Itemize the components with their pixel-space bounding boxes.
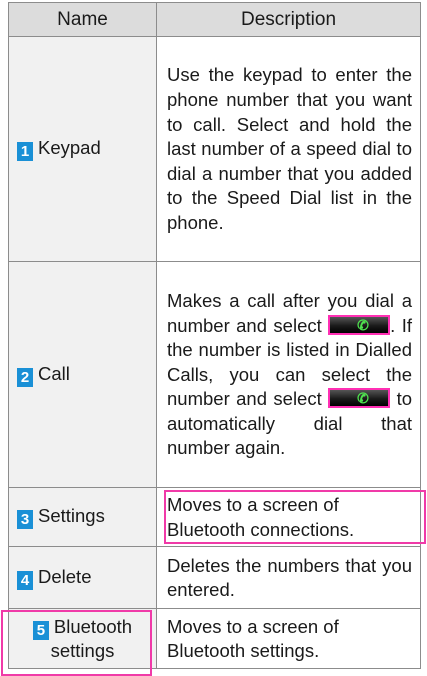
row-name: Keypad [38,137,101,158]
table-row-settings: 3 Settings Moves to a screen of Bluetooth… [8,486,421,548]
number-badge: 4 [17,570,33,590]
row-name-cell: 5 Bluetooth settings [8,608,157,670]
row-description: Moves to a screen of Bluetooth connectio… [156,486,421,548]
row-description: Use the keypad to enter the phone number… [156,36,421,262]
table-row-delete: 4 Delete Deletes the numbers that you ent… [8,546,421,610]
number-badge: 3 [17,510,33,530]
row-name-cell: 2 Call [8,261,157,488]
row-name-line2: settings [50,639,115,661]
row-name: Delete [38,565,92,587]
row-name: Bluetooth [53,615,133,637]
table-row-bluetooth-settings: 5 Bluetooth settings Moves to a screen of… [8,608,421,670]
phone-handset-icon: ✆ [357,316,369,333]
table-row-keypad: 1 Keypad Use the keypad to enter the phon… [8,36,421,262]
number-badge: 5 [32,620,49,640]
row-description: Makes a call after you dial a number and… [156,261,421,488]
row-name-cell: 1 Keypad [8,36,157,262]
number-badge: 1 [17,142,33,161]
header-name: Name [8,2,157,37]
number-badge: 2 [17,367,33,387]
call-button-icon: ✆ [328,314,391,335]
header-description: Description [156,2,421,37]
row-name-cell: 3 Settings [8,486,157,548]
phone-handset-icon: ✆ [357,390,369,407]
row-name-line1: 5 Bluetooth [9,616,156,640]
row-description: Deletes the numbers that you entered. [156,546,421,610]
table-row-call: 2 Call Makes a call after you dial a numb… [8,261,421,488]
table-header-row: Name Description [8,2,421,37]
row-name-cell: 4 Delete [8,546,157,610]
call-button-icon: ✆ [328,388,391,409]
row-name: Settings [38,505,105,527]
row-description: Moves to a screen of Bluetooth settings. [156,608,421,670]
row-name: Call [38,362,70,384]
feature-table: Name Description 1 Keypad Use the keypad … [8,2,421,670]
